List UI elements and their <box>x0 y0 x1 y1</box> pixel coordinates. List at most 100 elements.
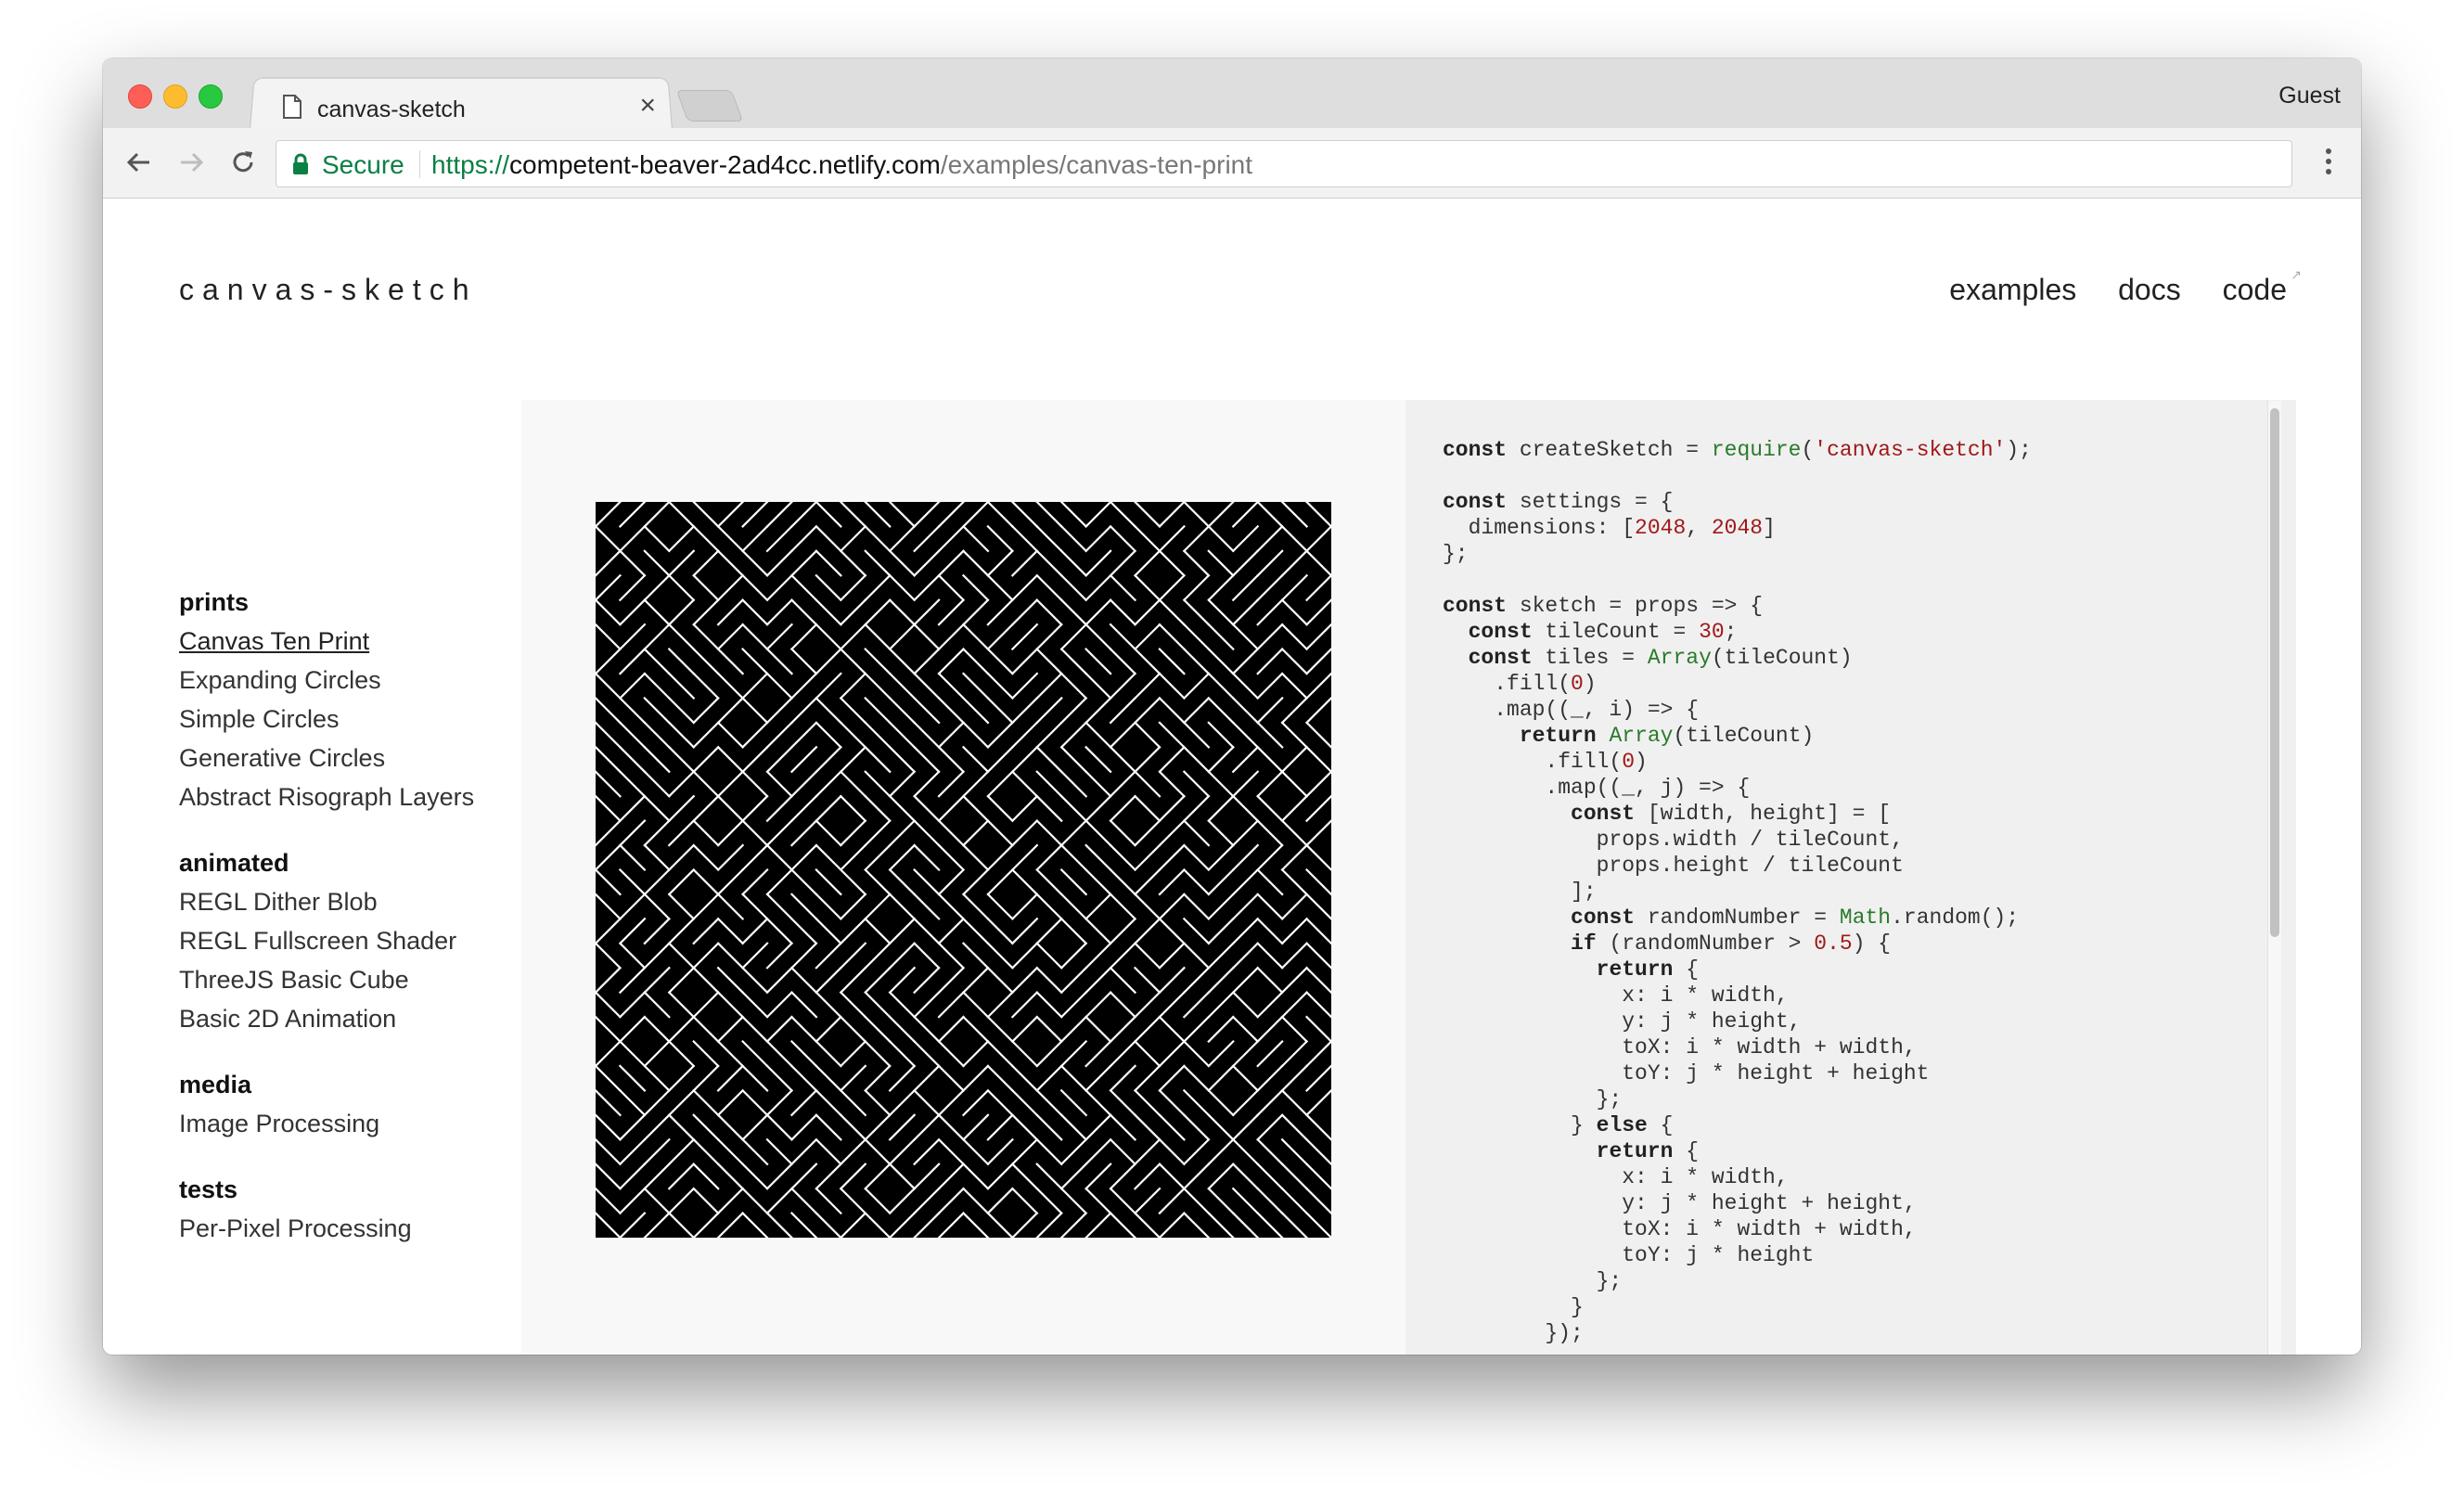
url-text[interactable]: https://competent-beaver-2ad4cc.netlify.… <box>431 150 1252 180</box>
browser-tab-content[interactable]: canvas-sketch × <box>268 76 667 129</box>
close-window-button[interactable] <box>128 84 152 109</box>
sidebar-item[interactable]: Simple Circles <box>179 700 494 739</box>
maze-segment <box>1256 966 1284 995</box>
maze-segment <box>1305 1113 1331 1141</box>
minimize-window-button[interactable] <box>163 84 187 109</box>
code-token: { <box>1673 957 1700 982</box>
maze-segment <box>1256 623 1284 651</box>
sidebar-item[interactable]: REGL Dither Blob <box>179 882 494 921</box>
code-line: const tiles = Array(tileCount) <box>1443 646 1853 670</box>
maze-segment <box>961 1015 990 1044</box>
maze-segment <box>618 1137 647 1166</box>
maze-segment <box>618 672 647 700</box>
maze-segment <box>839 1187 867 1215</box>
sidebar-item[interactable]: Basic 2D Animation <box>179 999 494 1038</box>
profile-label[interactable]: Guest <box>2278 83 2341 109</box>
maze-segment <box>1207 745 1235 774</box>
maze-segment <box>1207 1187 1235 1215</box>
maze-segment <box>815 819 842 847</box>
ten-print-canvas[interactable] <box>596 502 1331 1238</box>
maze-segment <box>1059 598 1088 626</box>
maze-segment <box>716 770 745 798</box>
maze-segment <box>913 524 941 553</box>
maze-segment <box>1109 819 1137 847</box>
more-vert-icon[interactable] <box>2326 148 2333 178</box>
page-icon <box>283 95 302 119</box>
maze-segment <box>692 942 720 970</box>
maze-segment <box>986 745 1014 774</box>
maze-segment <box>692 770 720 798</box>
maze-segment <box>913 648 941 675</box>
maze-segment <box>815 672 842 700</box>
maximize-window-button[interactable] <box>199 84 223 109</box>
maze-segment <box>913 1187 941 1215</box>
maze-segment <box>667 549 696 577</box>
sidebar-item[interactable]: ThreeJS Basic Cube <box>179 960 494 999</box>
sidebar-item[interactable]: Image Processing <box>179 1104 494 1143</box>
maze-segment <box>1158 893 1186 920</box>
maze-segment <box>789 598 818 626</box>
sidebar-item[interactable]: Generative Circles <box>179 739 494 777</box>
sidebar-item[interactable]: Expanding Circles <box>179 661 494 700</box>
maze-segment <box>986 549 1014 577</box>
maze-segment <box>1280 966 1309 995</box>
maze-segment <box>864 917 892 945</box>
maze-segment <box>667 623 696 651</box>
maze-segment <box>1305 573 1331 602</box>
maze-segment <box>765 942 794 970</box>
maze-segment <box>741 502 769 528</box>
maze-segment <box>1182 524 1211 553</box>
address-bar[interactable]: Secure https://competent-beaver-2ad4cc.n… <box>276 140 2292 187</box>
maze-segment <box>937 721 966 749</box>
maze-segment <box>1182 598 1211 626</box>
maze-segment <box>1305 721 1331 749</box>
maze-segment <box>1182 696 1211 725</box>
site-logo[interactable]: canvas-sketch <box>179 273 478 307</box>
code-token: tiles = <box>1532 646 1648 670</box>
reload-icon[interactable] <box>227 147 259 178</box>
maze-segment <box>1305 1064 1331 1092</box>
nav-code[interactable]: code ↗ <box>2223 267 2302 306</box>
back-arrow-icon[interactable] <box>123 147 155 178</box>
maze-segment <box>1158 1064 1186 1092</box>
scrollbar-thumb[interactable] <box>2270 408 2279 937</box>
nav-docs[interactable]: docs <box>2118 273 2181 306</box>
maze-segment <box>716 623 745 651</box>
maze-segment <box>741 672 769 700</box>
maze-segment <box>864 573 892 602</box>
maze-segment <box>961 696 990 725</box>
maze-segment <box>1182 648 1211 675</box>
sidebar-item[interactable]: REGL Fullscreen Shader <box>179 921 494 960</box>
maze-segment <box>1231 1039 1260 1068</box>
code-token: 'canvas-sketch' <box>1814 438 2007 462</box>
forward-arrow-icon[interactable] <box>175 147 207 178</box>
maze-segment <box>741 1088 769 1117</box>
maze-segment <box>1010 893 1039 920</box>
maze-segment <box>789 1088 818 1117</box>
maze-segment <box>765 672 794 700</box>
close-icon[interactable]: × <box>639 92 656 120</box>
maze-segment <box>716 991 745 1019</box>
maze-segment <box>789 573 818 602</box>
new-tab-button[interactable] <box>675 90 744 122</box>
maze-segment <box>1207 502 1235 528</box>
maze-segment <box>1182 1212 1211 1238</box>
maze-segment <box>1010 1039 1039 1068</box>
maze-segment <box>1231 794 1260 823</box>
maze-segment <box>741 598 769 626</box>
maze-segment <box>596 502 622 528</box>
maze-segment <box>1256 1163 1284 1190</box>
maze-segment <box>765 1064 794 1092</box>
code-line: ]; <box>1443 880 1597 904</box>
maze-segment <box>1109 598 1137 626</box>
sidebar-item[interactable]: Canvas Ten Print <box>179 622 494 661</box>
sidebar-item[interactable]: Per-Pixel Processing <box>179 1209 494 1248</box>
sidebar-item[interactable]: Abstract Risograph Layers <box>179 777 494 816</box>
maze-segment <box>937 991 966 1019</box>
code-scrollbar[interactable] <box>2267 401 2281 1355</box>
maze-segment <box>596 721 622 749</box>
maze-segment <box>864 502 892 528</box>
nav-examples[interactable]: examples <box>1949 273 2076 306</box>
